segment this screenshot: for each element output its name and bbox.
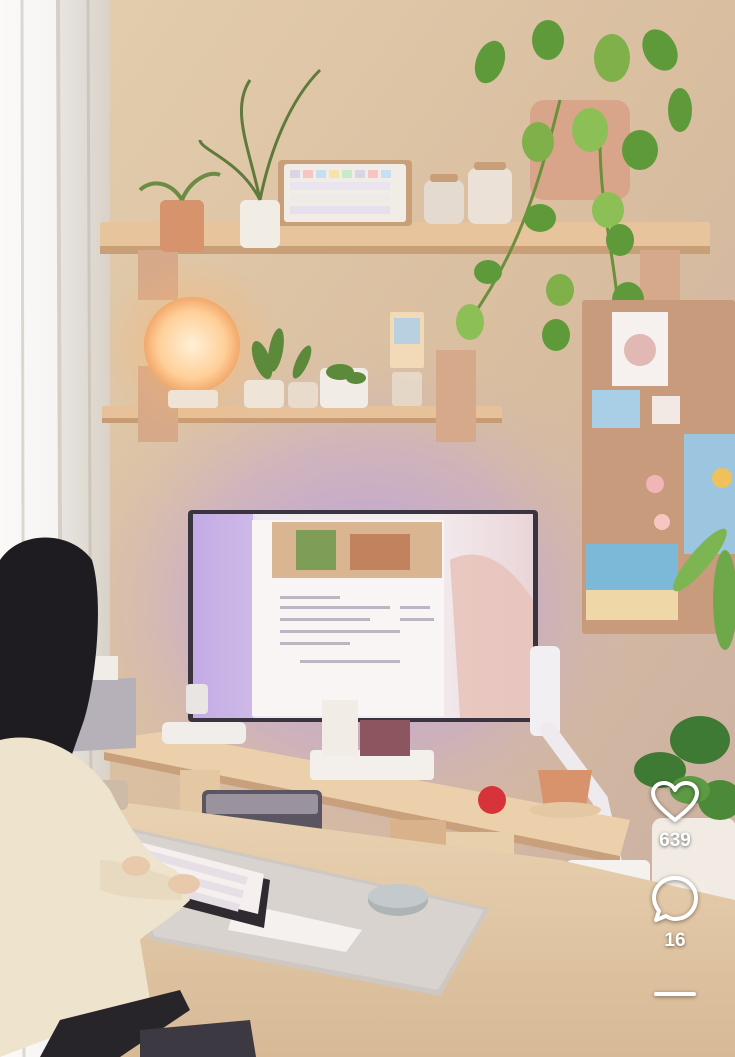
social-action-bar: 639 16 <box>615 780 735 1008</box>
comment-action[interactable]: 16 <box>650 874 700 952</box>
comment-count: 16 <box>664 930 686 951</box>
like-count: 639 <box>659 830 691 851</box>
cork-board <box>582 300 735 634</box>
like-action[interactable]: 639 <box>650 780 700 852</box>
heart-icon[interactable] <box>650 780 700 824</box>
share-icon[interactable] <box>652 988 698 1008</box>
display-keyboard <box>278 160 412 226</box>
comment-icon[interactable] <box>650 874 700 924</box>
share-action[interactable] <box>652 988 698 1008</box>
